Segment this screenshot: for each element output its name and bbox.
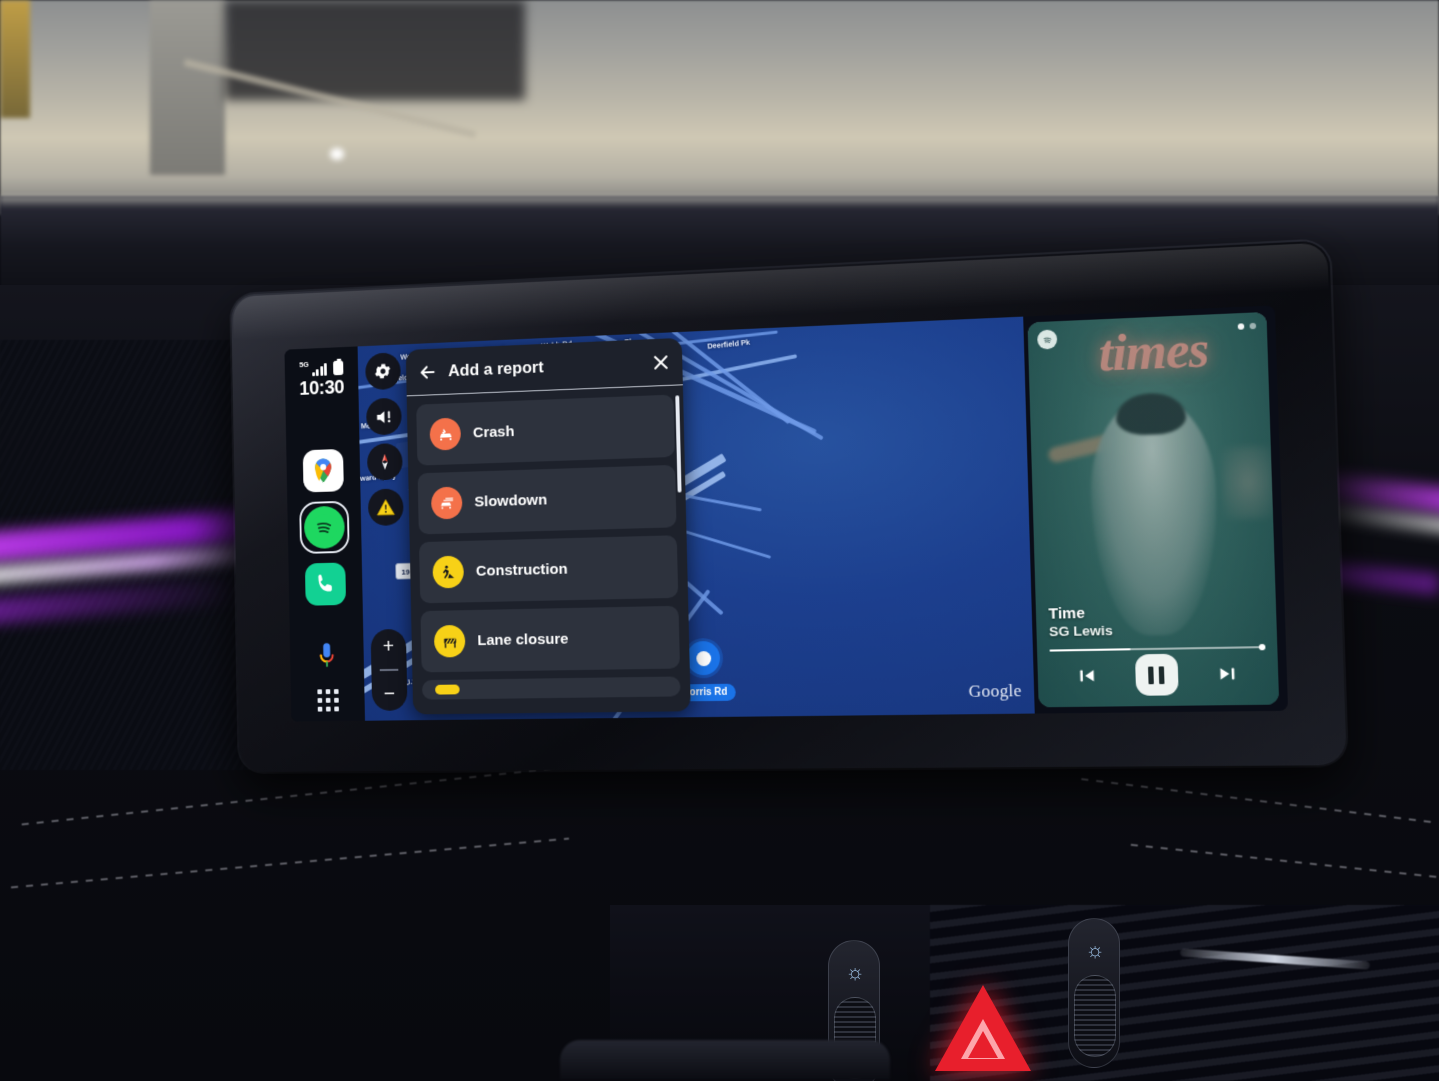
knob-dial[interactable] bbox=[1074, 975, 1116, 1057]
spotify-icon bbox=[310, 513, 338, 543]
sidebar-item-phone[interactable] bbox=[305, 562, 346, 605]
pause-icon-bar bbox=[1159, 666, 1165, 684]
maps-pin-icon bbox=[309, 456, 337, 486]
map-zoom-controls: + − bbox=[371, 629, 408, 711]
pause-icon-bar bbox=[1149, 666, 1155, 684]
compass-button[interactable] bbox=[367, 443, 403, 481]
console-trim bbox=[560, 1040, 890, 1080]
garage-column bbox=[150, 0, 225, 175]
compass-icon bbox=[374, 451, 395, 473]
garage-light bbox=[330, 148, 344, 160]
battery-full-icon bbox=[333, 361, 343, 376]
skip-next-button[interactable] bbox=[1216, 662, 1240, 685]
warning-triangle-icon bbox=[375, 496, 396, 518]
partial-icon bbox=[435, 685, 460, 695]
play-pause-button[interactable] bbox=[1135, 654, 1179, 696]
airflow-icon: ☼ bbox=[841, 959, 869, 987]
vent-control-knob-right[interactable]: ☼ bbox=[1068, 918, 1120, 1068]
construction-icon bbox=[432, 556, 464, 589]
scrollbar-thumb[interactable] bbox=[675, 395, 681, 492]
back-arrow-icon[interactable] bbox=[417, 361, 438, 383]
car-interior-scene: ☼ ☼ 5G 10:30 19 Deerfield Pk Deerfield P… bbox=[0, 0, 1439, 1081]
windshield bbox=[0, 0, 1439, 215]
sidebar-item-spotify[interactable] bbox=[304, 506, 345, 549]
now-playing-card[interactable]: time s bbox=[1027, 312, 1279, 707]
report-item-label: Construction bbox=[476, 560, 568, 580]
signal-bars-icon bbox=[312, 363, 327, 376]
hazard-triangle-core bbox=[968, 1031, 998, 1058]
slowdown-icon bbox=[431, 486, 463, 519]
skip-previous-icon bbox=[1075, 664, 1099, 687]
report-item-partial[interactable] bbox=[422, 676, 681, 699]
network-label: 5G bbox=[299, 360, 309, 369]
progress-knob[interactable] bbox=[1259, 643, 1266, 649]
report-item-lane-closure[interactable]: Lane closure bbox=[420, 606, 680, 673]
close-icon[interactable] bbox=[651, 352, 671, 373]
report-item-construction[interactable]: Construction bbox=[419, 535, 678, 603]
skip-previous-button[interactable] bbox=[1075, 664, 1099, 687]
report-item-slowdown[interactable]: Slowdown bbox=[418, 465, 677, 535]
map-pane[interactable]: 19 19 Webb RdHwy 9Webb RdTarleton PlEato… bbox=[358, 317, 1035, 721]
report-item-label: Slowdown bbox=[474, 491, 547, 511]
google-watermark: Google bbox=[968, 681, 1022, 702]
zoom-out-button[interactable]: − bbox=[384, 684, 396, 705]
rail-app-list bbox=[303, 449, 346, 606]
report-item-crash[interactable]: Crash bbox=[416, 395, 675, 466]
head-unit: 5G 10:30 19 Deerfield Pk Deerfield Pkwy … bbox=[231, 240, 1347, 772]
rail-bottom bbox=[290, 640, 365, 712]
track-title: Time bbox=[1048, 604, 1112, 623]
report-item-label: Lane closure bbox=[477, 630, 568, 649]
page-indicator bbox=[1238, 323, 1256, 330]
garage-pillar bbox=[0, 0, 30, 118]
zoom-divider bbox=[380, 669, 399, 671]
phone-icon bbox=[312, 570, 338, 598]
app-grid-icon[interactable] bbox=[317, 689, 339, 711]
crash-icon bbox=[430, 418, 462, 451]
hazard-lights-button[interactable] bbox=[935, 985, 1031, 1077]
launcher-rail: 5G 10:30 bbox=[284, 346, 365, 721]
track-metadata: Time SG Lewis bbox=[1048, 604, 1113, 639]
android-auto-screen: 5G 10:30 19 Deerfield Pk Deerfield Pkwy … bbox=[284, 305, 1288, 721]
dialog-title: Add a report bbox=[448, 353, 641, 381]
sidebar-item-maps[interactable] bbox=[303, 449, 344, 493]
track-artist: SG Lewis bbox=[1049, 623, 1113, 640]
microphone-icon[interactable] bbox=[315, 641, 339, 672]
report-item-label: Crash bbox=[473, 423, 515, 442]
add-report-dialog: Add a report Crash Slowdown Construction La… bbox=[406, 338, 691, 715]
status-bar: 5G 10:30 bbox=[285, 358, 359, 401]
playback-controls bbox=[1037, 650, 1279, 699]
gear-icon bbox=[374, 361, 393, 381]
map-controls bbox=[365, 352, 404, 526]
lane-closure-icon bbox=[434, 625, 466, 658]
microphone-glyph bbox=[315, 641, 339, 672]
voice-alerts-button[interactable] bbox=[366, 398, 402, 436]
media-card-pane: time s bbox=[1023, 305, 1288, 713]
zoom-in-button[interactable]: + bbox=[383, 636, 395, 657]
skip-next-icon bbox=[1216, 662, 1240, 685]
report-type-list[interactable]: Crash Slowdown Construction Lane closure bbox=[407, 385, 691, 714]
speaker-alert-icon bbox=[374, 406, 394, 427]
map-settings-button[interactable] bbox=[365, 352, 401, 390]
clock: 10:30 bbox=[285, 376, 359, 401]
airflow-icon: ☼ bbox=[1081, 937, 1109, 965]
report-button[interactable] bbox=[368, 488, 404, 526]
